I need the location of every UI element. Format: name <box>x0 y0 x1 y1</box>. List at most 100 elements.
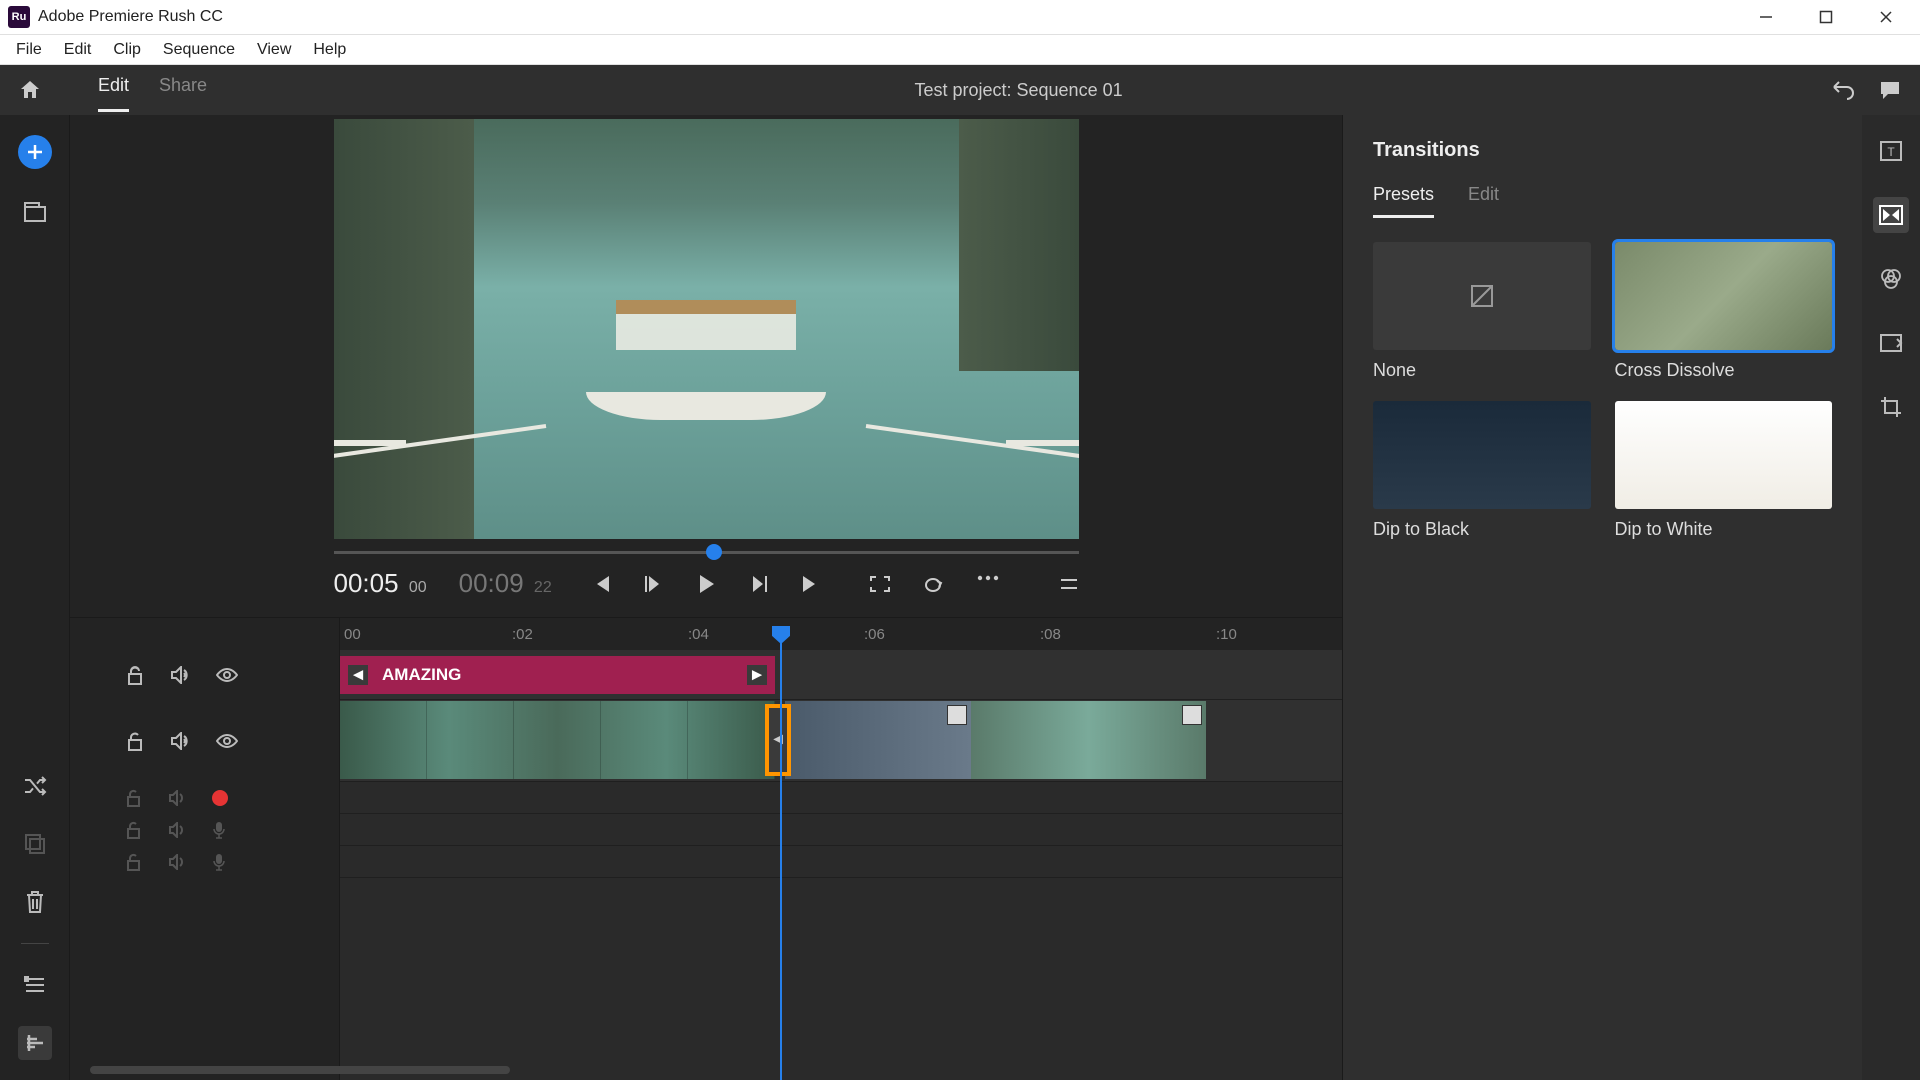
menu-clip[interactable]: Clip <box>103 37 151 63</box>
window-title-bar: Ru Adobe Premiere Rush CC <box>0 0 1920 35</box>
menu-file[interactable]: File <box>6 37 52 63</box>
app-header: Edit Share Test project: Sequence 01 <box>0 65 1920 115</box>
lock-icon[interactable] <box>126 665 144 685</box>
tab-edit[interactable]: Edit <box>98 75 129 106</box>
step-forward-button[interactable] <box>749 574 769 594</box>
audio-track-1[interactable] <box>340 782 1342 814</box>
transitions-tool-button[interactable] <box>1873 197 1909 233</box>
preview-scenery <box>959 119 1079 371</box>
app-title: Adobe Premiere Rush CC <box>38 8 1748 26</box>
loop-button[interactable] <box>923 575 945 593</box>
color-tool-button[interactable] <box>1873 261 1909 297</box>
transition-label: Dip to Black <box>1373 519 1591 540</box>
play-button[interactable] <box>695 573 717 595</box>
timeline: 00 :02 :04 :06 :08 :10 ◄ AMAZING ► <box>70 617 1342 1080</box>
transition-in-icon[interactable]: ◄ <box>348 665 368 685</box>
mute-icon[interactable] <box>168 790 186 806</box>
tab-share[interactable]: Share <box>159 75 207 106</box>
window-maximize-button[interactable] <box>1808 2 1844 32</box>
menu-edit[interactable]: Edit <box>54 37 102 63</box>
color-badge-icon <box>947 705 967 725</box>
lock-icon[interactable] <box>126 821 142 839</box>
audio-track-3[interactable] <box>340 846 1342 878</box>
video-clip-3[interactable] <box>971 701 1206 779</box>
ruler-tick: :06 <box>864 626 885 643</box>
crop-tool-button[interactable] <box>1873 389 1909 425</box>
more-options-button[interactable] <box>977 575 999 593</box>
video-clip-2[interactable] <box>785 701 971 779</box>
timeline-tracks[interactable]: 00 :02 :04 :06 :08 :10 ◄ AMAZING ► <box>340 618 1342 1080</box>
record-indicator[interactable] <box>212 790 228 806</box>
project-panel-button[interactable] <box>18 195 52 229</box>
audio-track-3-header <box>70 846 339 878</box>
transition-label: Dip to White <box>1615 519 1833 540</box>
mute-icon[interactable] <box>170 732 190 750</box>
lock-icon[interactable] <box>126 789 142 807</box>
delete-button[interactable] <box>18 885 52 919</box>
titles-tool-button[interactable]: T <box>1873 133 1909 169</box>
ruler-tick: :10 <box>1216 626 1237 643</box>
mute-icon[interactable] <box>170 666 190 684</box>
transition-dip-to-white[interactable]: Dip to White <box>1615 401 1833 540</box>
preview-monitor[interactable] <box>334 119 1079 539</box>
transition-cross-dissolve-thumb <box>1615 242 1833 350</box>
lock-icon[interactable] <box>126 853 142 871</box>
visibility-icon[interactable] <box>216 734 238 748</box>
playhead[interactable] <box>780 626 782 1080</box>
video-clip-1[interactable] <box>340 701 775 779</box>
mic-icon[interactable] <box>212 821 226 839</box>
transitions-tab-presets[interactable]: Presets <box>1373 184 1434 218</box>
transition-out-icon[interactable]: ► <box>747 665 767 685</box>
title-track[interactable]: ◄ AMAZING ► <box>340 650 1342 700</box>
transition-dip-to-white-thumb <box>1615 401 1833 509</box>
expand-tracks-button[interactable] <box>18 968 52 1002</box>
transition-dip-to-black[interactable]: Dip to Black <box>1373 401 1591 540</box>
transition-label: Cross Dissolve <box>1615 360 1833 381</box>
visibility-icon[interactable] <box>216 668 238 682</box>
go-to-end-button[interactable] <box>801 574 821 594</box>
color-badge-icon <box>1182 705 1202 725</box>
title-track-header <box>70 650 339 700</box>
window-close-button[interactable] <box>1868 2 1904 32</box>
title-clip[interactable]: ◄ AMAZING ► <box>340 656 775 694</box>
transition-marker-selected[interactable]: ◄ <box>765 704 791 776</box>
audio-track-2[interactable] <box>340 814 1342 846</box>
mic-icon[interactable] <box>212 853 226 871</box>
transition-cross-dissolve[interactable]: Cross Dissolve <box>1615 242 1833 381</box>
menu-bar: File Edit Clip Sequence View Help <box>0 35 1920 65</box>
window-minimize-button[interactable] <box>1748 2 1784 32</box>
step-back-button[interactable] <box>643 574 663 594</box>
feedback-button[interactable] <box>1878 79 1902 101</box>
timeline-scrollbar[interactable] <box>90 1066 510 1074</box>
current-time: 00:05 00 <box>334 568 427 599</box>
undo-button[interactable] <box>1830 79 1856 101</box>
editor-center: 00:05 00 00:09 22 <box>70 115 1342 1080</box>
menu-sequence[interactable]: Sequence <box>153 37 245 63</box>
ruler-tick: :02 <box>512 626 533 643</box>
mute-icon[interactable] <box>168 854 186 870</box>
menu-view[interactable]: View <box>247 37 301 63</box>
add-media-button[interactable] <box>18 135 52 169</box>
shuffle-icon[interactable] <box>18 769 52 803</box>
video-track[interactable]: ◄ <box>340 700 1342 782</box>
scrubber-head[interactable] <box>706 544 722 560</box>
speed-tool-button[interactable] <box>1873 325 1909 361</box>
timeline-ruler[interactable]: 00 :02 :04 :06 :08 :10 <box>340 618 1342 650</box>
duplicate-icon[interactable] <box>18 827 52 861</box>
player-menu-button[interactable] <box>1059 577 1079 591</box>
lock-icon[interactable] <box>126 731 144 751</box>
project-title: Test project: Sequence 01 <box>207 80 1830 101</box>
home-button[interactable] <box>18 78 42 102</box>
ruler-tick: :08 <box>1040 626 1061 643</box>
menu-help[interactable]: Help <box>303 37 356 63</box>
fullscreen-button[interactable] <box>869 575 891 593</box>
transitions-tab-edit[interactable]: Edit <box>1468 184 1499 218</box>
transition-label: None <box>1373 360 1591 381</box>
go-to-start-button[interactable] <box>591 574 611 594</box>
track-controls-button[interactable] <box>18 1026 52 1060</box>
mute-icon[interactable] <box>168 822 186 838</box>
player-controls: 00:05 00 00:09 22 <box>334 568 1079 599</box>
clip-label: AMAZING <box>382 665 461 685</box>
preview-scrubber[interactable] <box>334 551 1079 554</box>
transition-none[interactable]: None <box>1373 242 1591 381</box>
